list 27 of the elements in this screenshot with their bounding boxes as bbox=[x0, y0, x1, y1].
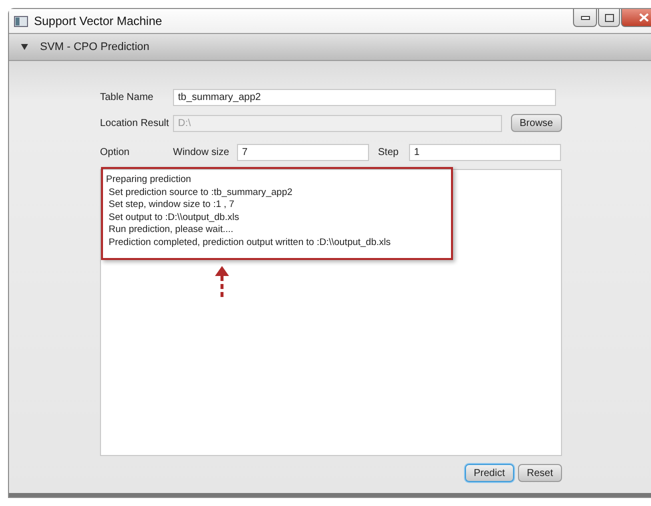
log-line: Set prediction source to :tb_summary_app2 bbox=[108, 186, 294, 199]
panel-header[interactable]: SVM - CPO Prediction bbox=[9, 33, 651, 61]
field-label: Location Result bbox=[100, 118, 170, 128]
dashed-arrow bbox=[215, 266, 229, 300]
app-icon bbox=[14, 16, 28, 26]
log-line: Run prediction, please wait.... bbox=[108, 224, 234, 236]
field-label: Window size bbox=[173, 146, 230, 158]
step-field[interactable]: 1 bbox=[409, 144, 561, 160]
field-label: Step bbox=[378, 146, 400, 158]
table-name-field[interactable]: tb_summary_app2 bbox=[173, 88, 556, 106]
log-line: Prediction completed, prediction output written to :D:\\output_db.xls bbox=[108, 236, 392, 249]
maximize-button[interactable] bbox=[598, 9, 620, 27]
maximize-icon bbox=[604, 14, 614, 22]
log-line: Set output to :D:\\output_db.xls bbox=[108, 212, 240, 224]
log-line: Set step, window size to :1 , 7 bbox=[108, 199, 236, 212]
action-button[interactable]: Reset bbox=[518, 464, 562, 482]
field-label: Table Name bbox=[100, 92, 154, 102]
collapse-triangle-icon bbox=[21, 44, 28, 50]
action-button[interactable]: Predict bbox=[464, 464, 514, 482]
minimize-button[interactable] bbox=[573, 9, 597, 27]
window-title: Support Vector Machine bbox=[34, 14, 164, 28]
field-label: Option bbox=[100, 146, 130, 158]
minimize-icon bbox=[580, 16, 590, 20]
window-size-field[interactable]: 7 bbox=[237, 144, 369, 160]
close-icon bbox=[639, 13, 649, 22]
log-line: Preparing prediction bbox=[106, 174, 192, 186]
panel-title: SVM - CPO Prediction bbox=[40, 41, 150, 53]
